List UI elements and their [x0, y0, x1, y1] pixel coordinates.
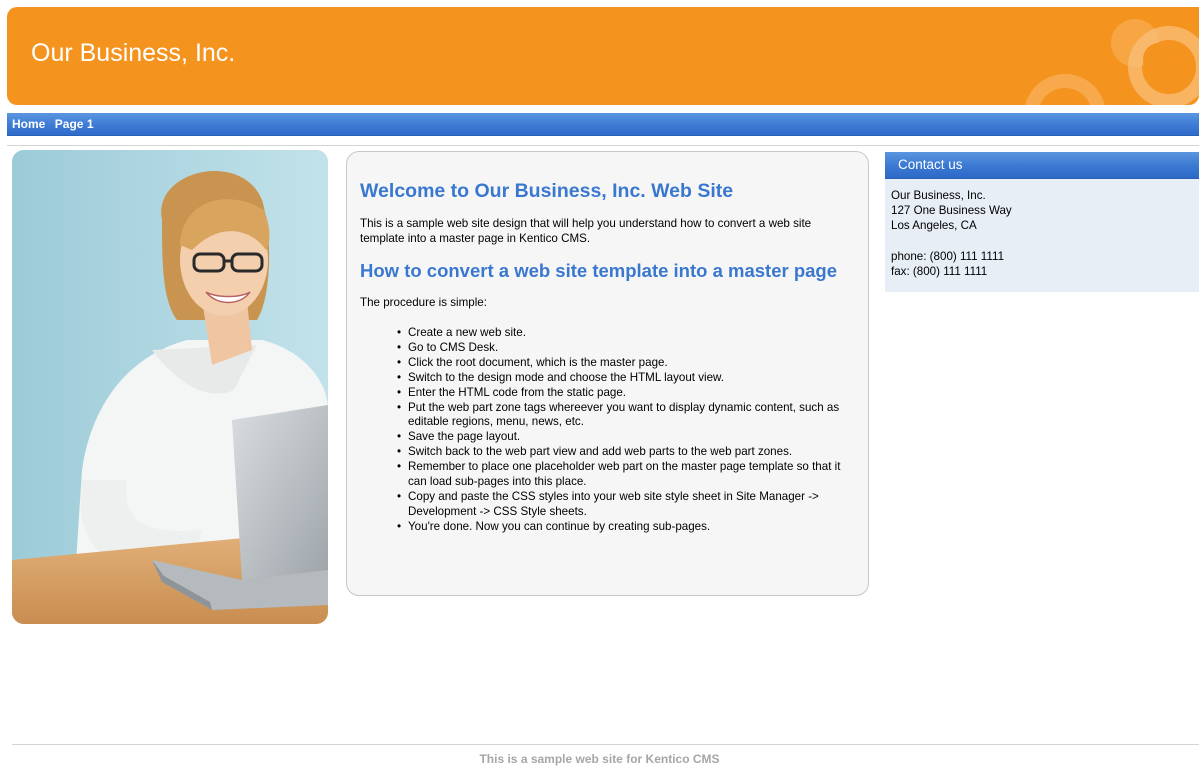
contact-box: Contact us Our Business, Inc. 127 One Bu…	[885, 152, 1199, 292]
list-item: You're done. Now you can continue by cre…	[397, 520, 855, 535]
list-item: Put the web part zone tags whereever you…	[397, 401, 855, 431]
site-header: Our Business, Inc.	[7, 7, 1199, 105]
list-item: Enter the HTML code from the static page…	[397, 386, 855, 401]
procedure-intro: The procedure is simple:	[360, 296, 487, 309]
contact-title: Contact us	[885, 152, 1199, 179]
list-item: Save the page layout.	[397, 430, 855, 445]
steps-list: Create a new web site. Go to CMS Desk. C…	[360, 326, 855, 535]
nav-item-home[interactable]: Home	[7, 113, 45, 135]
header-divider	[7, 145, 1199, 146]
list-item: Remember to place one placeholder web pa…	[397, 460, 855, 490]
nav-item-page-1[interactable]: Page 1	[50, 113, 94, 135]
contact-company: Our Business, Inc.	[891, 189, 986, 202]
page-heading: Welcome to Our Business, Inc. Web Site	[360, 180, 734, 202]
woman-with-laptop-photo	[12, 150, 328, 624]
list-item: Switch back to the web part view and add…	[397, 445, 855, 460]
list-item: Switch to the design mode and choose the…	[397, 371, 855, 386]
list-item: Go to CMS Desk.	[397, 341, 855, 356]
list-item: Copy and paste the CSS styles into your …	[397, 490, 855, 520]
list-item: Create a new web site.	[397, 326, 855, 341]
main-content-panel: Welcome to Our Business, Inc. Web Site T…	[346, 151, 869, 596]
contact-spacer	[891, 234, 1199, 249]
contact-fax: fax: (800) 111 1111	[891, 264, 988, 278]
main-menu: Home Page 1	[7, 113, 1199, 136]
footer-text: This is a sample web site for Kentico CM…	[479, 752, 720, 766]
contact-phone: phone: (800) 111 1111	[891, 249, 1005, 263]
contact-details: Our Business, Inc. 127 One Business Way …	[885, 179, 1199, 279]
site-title[interactable]: Our Business, Inc.	[31, 39, 235, 68]
contact-city: Los Angeles, CA	[891, 219, 977, 233]
footer-divider	[12, 744, 1199, 745]
list-item: Click the root document, which is the ma…	[397, 356, 855, 371]
header-decoration-icon	[1025, 19, 1199, 105]
intro-paragraph: This is a sample web site design that wi…	[360, 217, 812, 245]
section-heading: How to convert a web site template into …	[360, 260, 838, 281]
contact-address: 127 One Business Way	[891, 204, 1012, 218]
